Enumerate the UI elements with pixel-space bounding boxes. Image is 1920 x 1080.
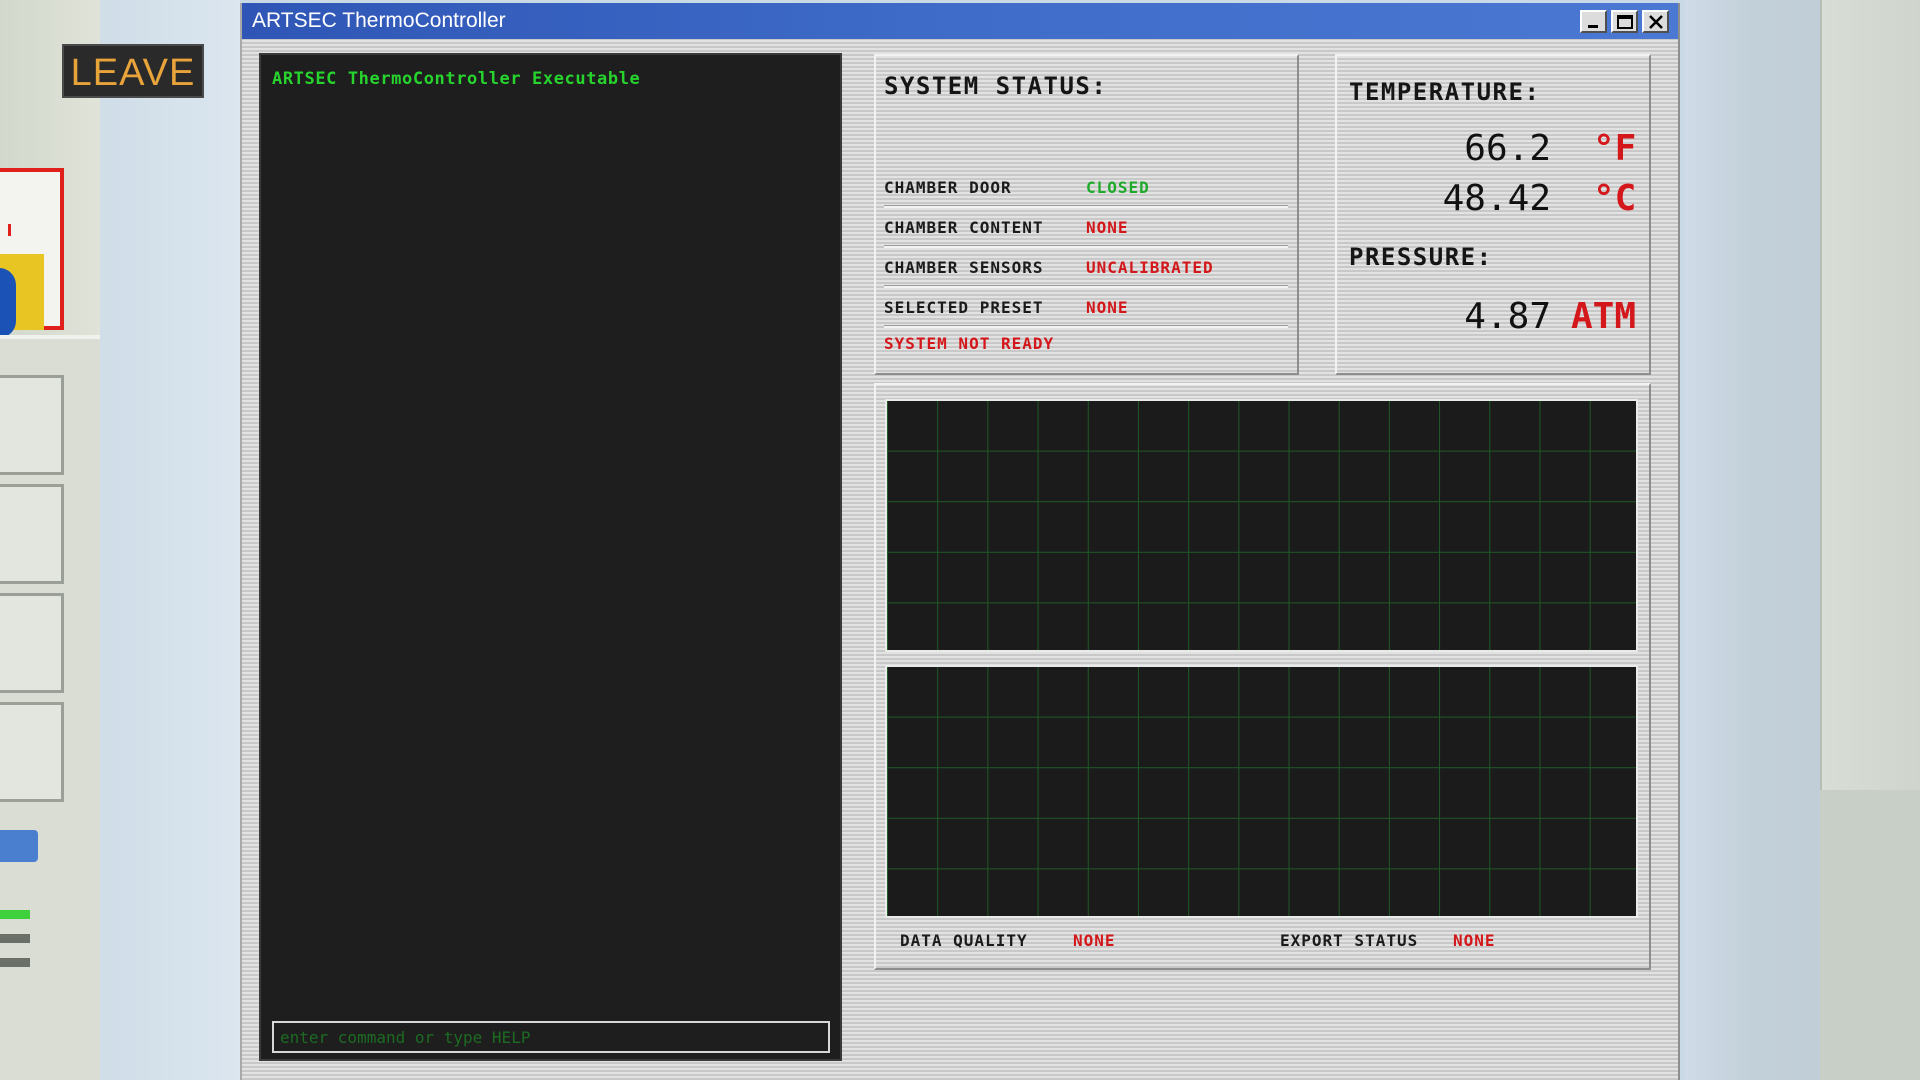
status-value: CLOSED [1086, 178, 1150, 197]
pressure-heading: PRESSURE: [1349, 243, 1493, 271]
maximize-button[interactable] [1611, 10, 1638, 33]
room-right-panel [1820, 0, 1920, 790]
status-label: CHAMBER SENSORS [884, 258, 1044, 277]
graph-upper [885, 399, 1638, 652]
system-status-heading: SYSTEM STATUS: [884, 72, 1108, 100]
graph-panel: DATA QUALITY NONE EXPORT STATUS NONE [874, 383, 1651, 970]
minimize-icon [1588, 25, 1598, 28]
data-quality-value: NONE [1073, 931, 1116, 950]
room-floor [1820, 790, 1920, 1080]
data-quality-label: DATA QUALITY [900, 931, 1028, 950]
status-label: CHAMBER CONTENT [884, 218, 1044, 237]
leave-button[interactable]: LEAVE [62, 44, 204, 98]
cabinet-drawer [0, 702, 64, 802]
status-value: NONE [1086, 298, 1129, 317]
status-row-chamber-sensors: CHAMBER SENSORS UNCALIBRATED [884, 248, 1288, 288]
status-value: NONE [1086, 218, 1129, 237]
pressure-unit: ATM [1571, 296, 1637, 337]
status-row-chamber-door: CHAMBER DOOR CLOSED [884, 168, 1288, 208]
temperature-celsius-value: 48.42 [1442, 178, 1551, 219]
fahrenheit-unit: °F [1593, 128, 1637, 169]
cabinet-drawer [0, 593, 64, 693]
cabinet-blue-box [0, 830, 38, 862]
minimize-button[interactable] [1580, 10, 1607, 33]
export-status-label: EXPORT STATUS [1280, 931, 1419, 950]
temperature-heading: TEMPERATURE: [1349, 78, 1541, 106]
status-row-selected-preset: SELECTED PRESET NONE [884, 288, 1288, 328]
window-titlebar[interactable]: ARTSEC ThermoController [242, 3, 1678, 39]
close-button[interactable] [1642, 10, 1669, 33]
status-row-chamber-content: CHAMBER CONTENT NONE [884, 208, 1288, 248]
cabinet-drawer [0, 484, 64, 584]
status-label: CHAMBER DOOR [884, 178, 1012, 197]
celsius-unit: °C [1593, 178, 1637, 219]
pressure-value: 4.87 [1464, 296, 1551, 337]
cabinet-indicator-green [0, 910, 30, 919]
cabinet-indicator [0, 958, 30, 967]
wall-poster [0, 168, 64, 338]
system-status-panel: SYSTEM STATUS: CHAMBER DOOR CLOSED CHAMB… [874, 54, 1299, 375]
system-readiness-message: SYSTEM NOT READY [884, 334, 1055, 353]
temperature-fahrenheit-value: 66.2 [1464, 128, 1551, 169]
thermocontroller-window: ARTSEC ThermoController ARTSEC ThermoCon… [240, 3, 1680, 1080]
status-label: SELECTED PRESET [884, 298, 1044, 317]
maximize-icon [1617, 15, 1633, 29]
command-input[interactable] [272, 1021, 830, 1053]
temperature-pressure-panel: TEMPERATURE: 66.2 °F 48.42 °C PRESSURE: … [1335, 54, 1651, 375]
storage-cabinet [0, 335, 100, 1080]
export-status-value: NONE [1453, 931, 1496, 950]
window-title: ARTSEC ThermoController [252, 9, 506, 32]
console-output-line: ARTSEC ThermoController Executable [272, 69, 641, 89]
status-value: UNCALIBRATED [1086, 258, 1214, 277]
poster-mark [8, 224, 11, 236]
poster-blue-shape [0, 268, 16, 338]
cabinet-drawer [0, 375, 64, 475]
close-icon [1649, 15, 1663, 29]
console-panel: ARTSEC ThermoController Executable [259, 53, 842, 1061]
graph-lower [885, 665, 1638, 918]
cabinet-indicator [0, 934, 30, 943]
